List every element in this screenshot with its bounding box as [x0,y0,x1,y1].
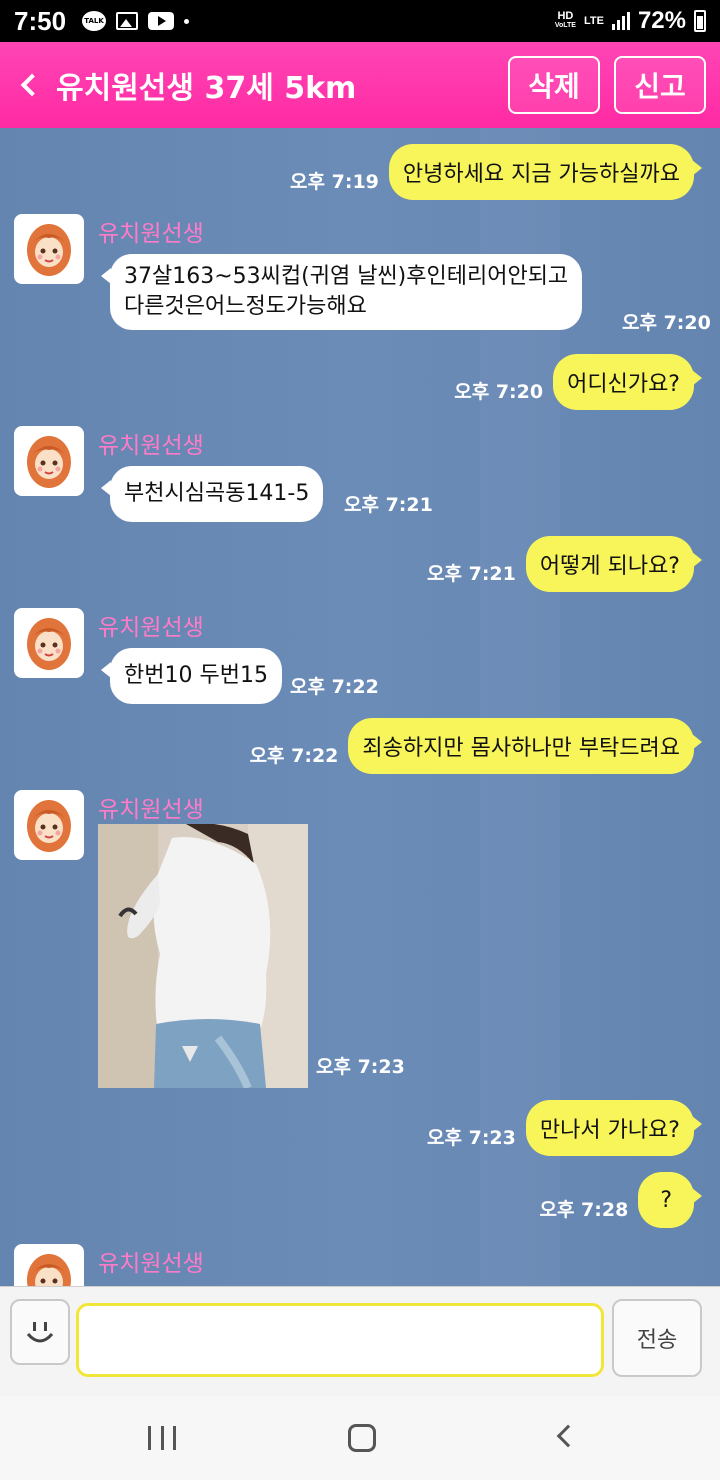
chat-area[interactable]: 오후 7:19 안녕하세요 지금 가능하실까요 유치원선생 37살163~53씨… [0,128,720,1286]
avatar[interactable] [14,426,84,496]
gallery-icon [116,12,139,30]
message-time: 오후 7:22 [249,745,339,767]
youtube-icon [148,12,175,30]
message-time: 오후 7:23 [316,1056,405,1078]
more-notifications-icon [184,18,190,24]
battery-percent: 72% [637,7,686,34]
message-time: 오후 7:22 [290,676,379,698]
delete-button[interactable]: 삭제 [508,56,600,114]
message-bubble[interactable]: 어디신가요? [553,354,702,410]
chat-title: 유치원선생 37세 5km [56,71,357,106]
status-time: 7:50 [14,5,67,36]
hd-voice-icon: HD VoLTE [554,10,576,30]
sender-name: 유치원선생 [98,615,204,641]
outgoing-message: 오후 7:28 ? [539,1172,702,1228]
sender-name: 유치원선생 [98,797,204,823]
avatar[interactable] [14,608,84,678]
incoming-message: 유치원선생 37살163~53씨컵(귀염 날씬)후인테리어안되고 다른것은어느정… [14,214,714,344]
incoming-message: 유치원선생 [14,1244,714,1286]
outgoing-message: 오후 7:21 어떻게 되나요? [427,536,703,592]
recent-apps-icon[interactable] [148,1426,176,1450]
incoming-message: 유치원선생 한번10 두번15 오후 7:22 [14,608,714,708]
outgoing-message: 오후 7:22 죄송하지만 몸사하나만 부탁드려요 [249,718,702,774]
message-bubble[interactable]: 부천시심곡동141-5 [100,466,324,522]
lte-icon: LTE [583,15,604,27]
message-bubble[interactable]: 죄송하지만 몸사하나만 부탁드려요 [348,718,702,774]
message-bubble[interactable]: 안녕하세요 지금 가능하실까요 [388,144,703,200]
signal-icon [611,12,630,30]
message-time: 오후 7:23 [427,1127,516,1149]
message-time: 오후 7:19 [290,171,379,193]
back-arrow-icon[interactable] [20,73,44,97]
message-time: 오후 7:20 [622,312,711,334]
notification-icons: TALK [82,11,190,31]
battery-icon [694,10,706,32]
message-input-bar: 전송 [0,1286,720,1396]
report-button[interactable]: 신고 [614,56,706,114]
send-button[interactable]: 전송 [612,1299,702,1377]
message-time: 오후 7:21 [427,563,516,585]
outgoing-message: 오후 7:23 만나서 가나요? [427,1100,703,1156]
emoticon-button[interactable] [10,1299,70,1365]
sender-name: 유치원선생 [98,433,204,459]
message-bubble[interactable]: ? [638,1172,702,1228]
outgoing-message: 오후 7:20 어디신가요? [454,354,702,410]
message-bubble[interactable]: 어떻게 되나요? [525,536,703,592]
system-nav-bar [0,1396,720,1480]
message-time: 오후 7:21 [344,494,433,516]
message-time: 오후 7:28 [539,1199,629,1221]
incoming-message: 유치원선생 부천시심곡동141-5 오후 7:21 [14,426,714,526]
sender-name: 유치원선생 [98,221,204,247]
smiley-icon [26,1322,54,1343]
avatar[interactable] [14,214,84,284]
kakaotalk-icon: TALK [82,11,107,31]
message-input[interactable] [76,1303,604,1377]
photo-message[interactable] [98,824,308,1088]
message-bubble[interactable]: 만나서 가나요? [525,1100,703,1156]
incoming-message: 유치원선생 오후 7:23 [14,790,714,1090]
chat-header: 유치원선생 37세 5km 삭제 신고 [0,42,720,128]
sender-name: 유치원선생 [98,1251,204,1277]
status-bar: 7:50 TALK HD VoLTE LTE 72% [0,0,720,42]
nav-back-icon[interactable] [556,1424,580,1448]
message-bubble[interactable]: 한번10 두번15 [101,648,282,704]
message-time: 오후 7:20 [454,381,544,403]
message-bubble[interactable]: 37살163~53씨컵(귀염 날씬)후인테리어안되고 다른것은어느정도가능해요 [100,254,583,330]
home-icon[interactable] [348,1424,376,1452]
outgoing-message: 오후 7:19 안녕하세요 지금 가능하실까요 [290,144,703,200]
avatar[interactable] [14,790,84,860]
avatar[interactable] [14,1244,84,1286]
